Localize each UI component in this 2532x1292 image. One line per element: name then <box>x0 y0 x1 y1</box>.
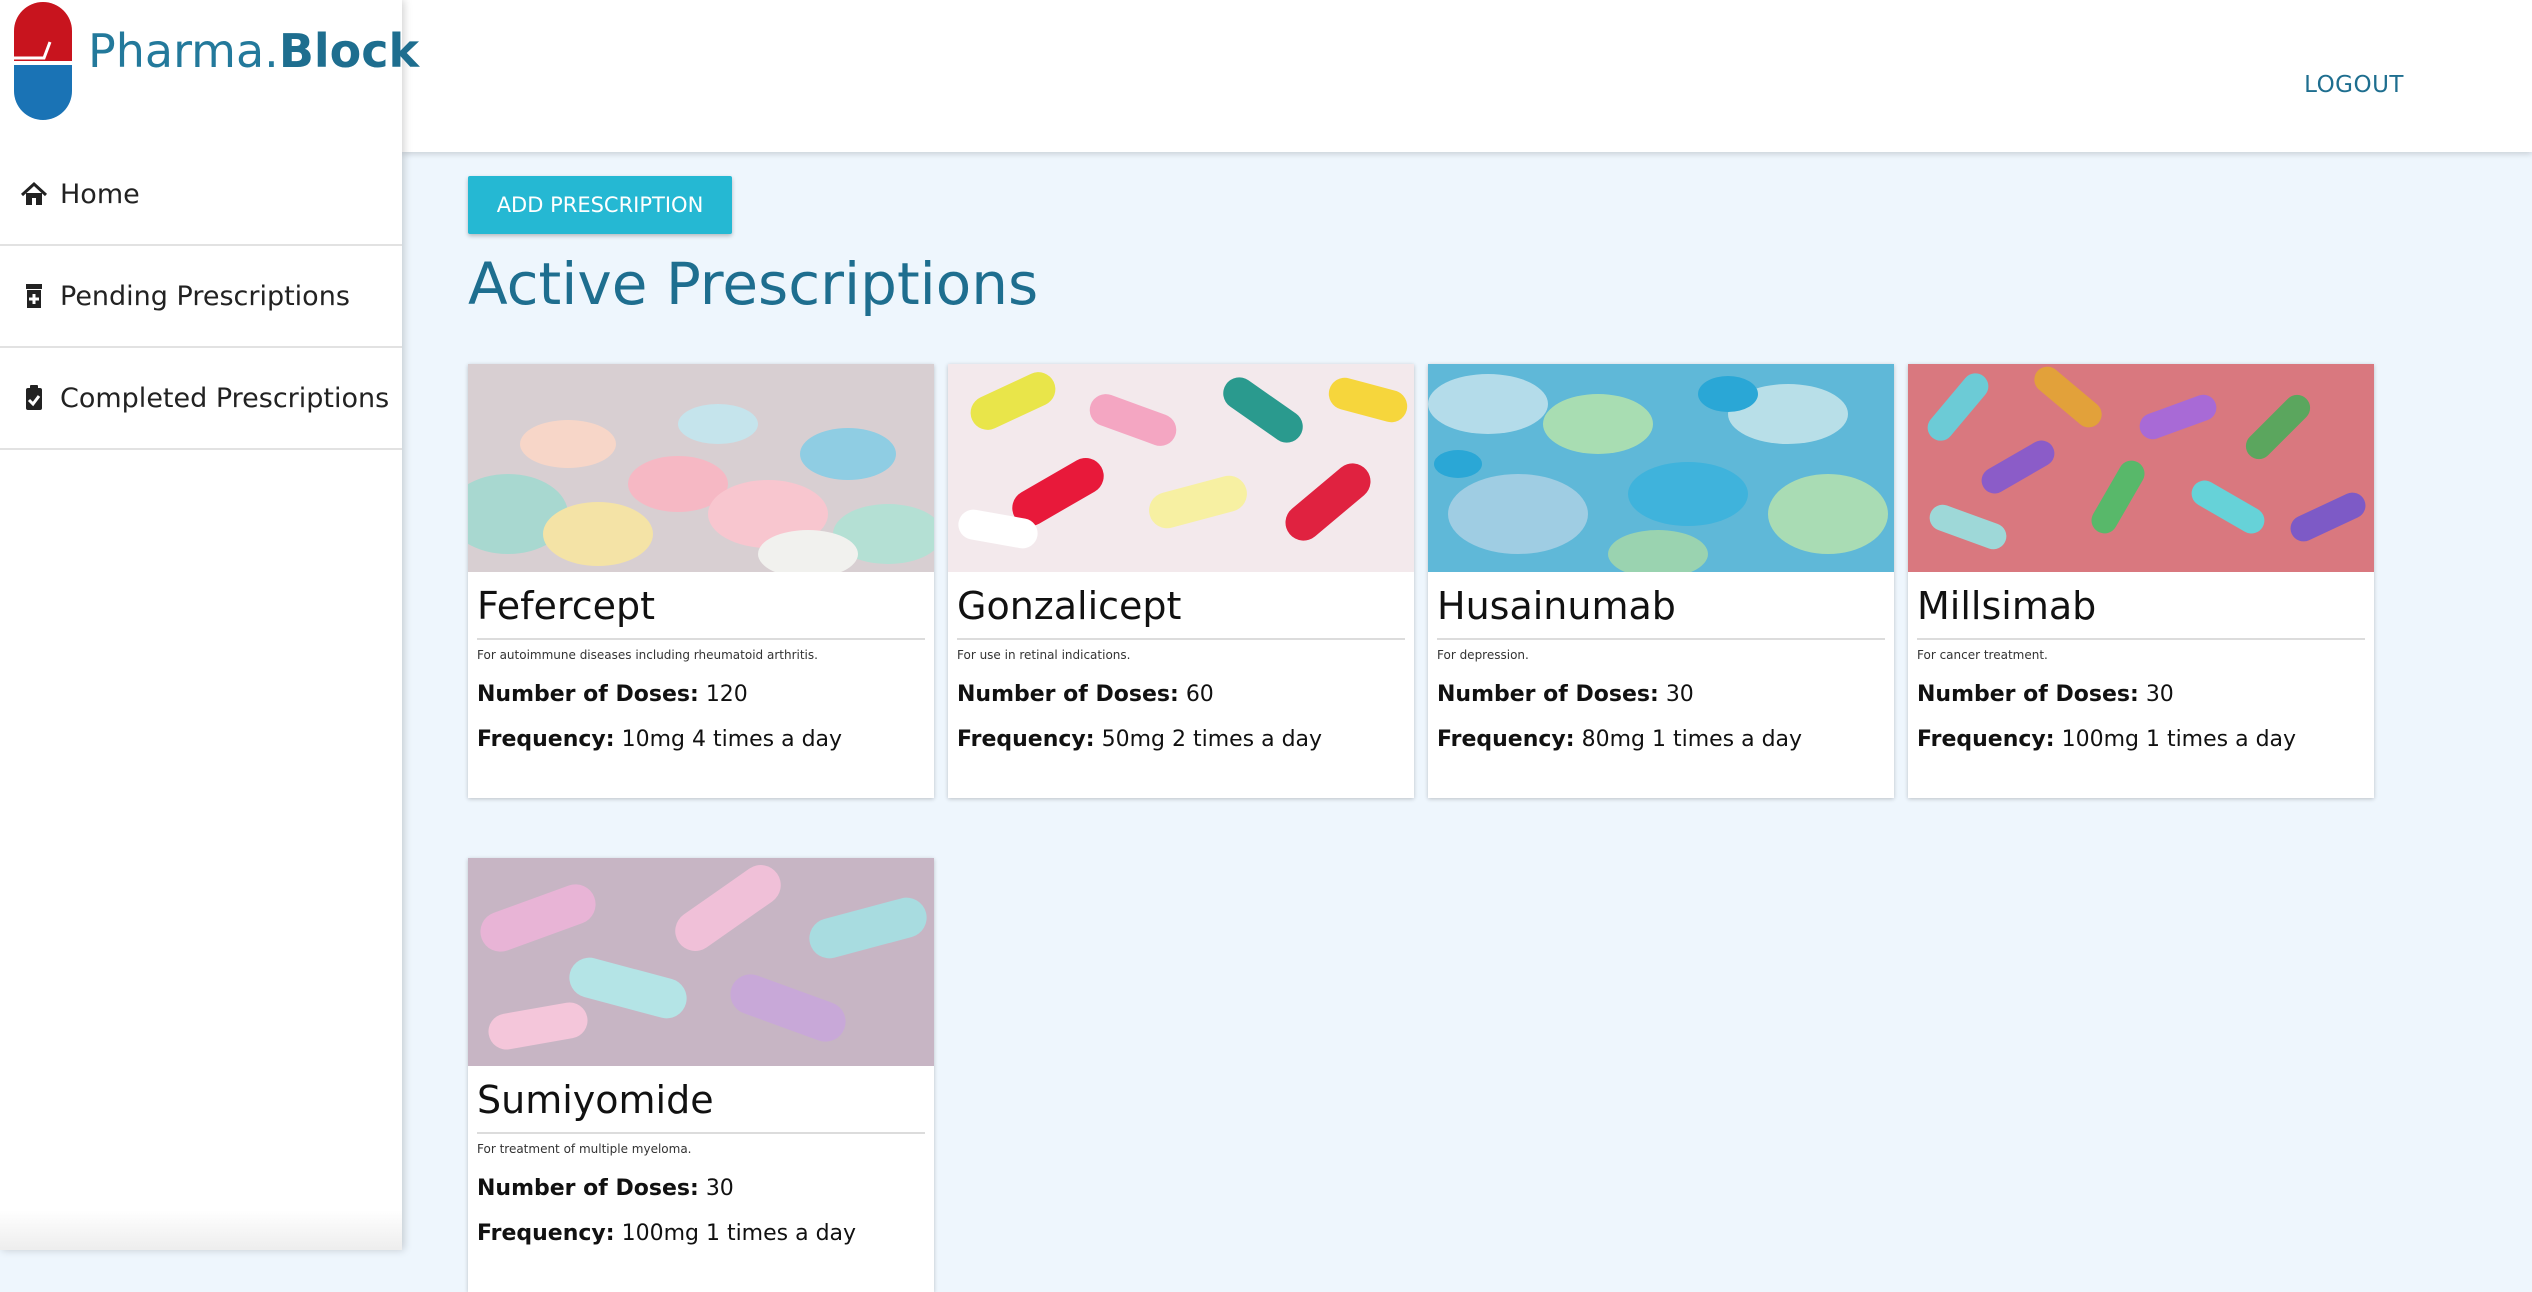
frequency-value: 50mg 2 times a day <box>1101 727 1323 752</box>
home-icon <box>18 178 50 210</box>
brand-name-bold: Block <box>278 24 420 78</box>
card-divider <box>957 638 1405 640</box>
add-prescription-button[interactable]: ADD PRESCRIPTION <box>468 176 732 234</box>
prescription-card[interactable]: Sumiyomide For treatment of multiple mye… <box>468 858 934 1292</box>
top-bar: LOGOUT <box>402 0 2532 152</box>
doses-value: 30 <box>2145 682 2174 707</box>
doses-label: Number of Doses: <box>477 1176 699 1201</box>
drug-description: For treatment of multiple myeloma. <box>477 1142 692 1156</box>
doses-row: Number of Doses: 30 <box>477 1176 925 1201</box>
doses-value: 120 <box>705 682 748 707</box>
drug-name: Millsimab <box>1917 584 2097 628</box>
drug-description: For cancer treatment. <box>1917 648 2048 662</box>
logout-link[interactable]: LOGOUT <box>2304 72 2404 98</box>
sidebar-item-label: Pending Prescriptions <box>60 280 350 312</box>
sidebar-item-completed[interactable]: Completed Prescriptions <box>0 348 402 450</box>
card-divider <box>1437 638 1885 640</box>
doses-label: Number of Doses: <box>1917 682 2139 707</box>
sidebar-nav: Home Pending Prescriptions Completed Pre… <box>0 144 402 450</box>
capsule-logo-icon <box>14 2 72 120</box>
doses-label: Number of Doses: <box>1437 682 1659 707</box>
doses-label: Number of Doses: <box>957 682 1179 707</box>
frequency-value: 80mg 1 times a day <box>1581 727 1803 752</box>
brand-name-light: Pharma. <box>88 24 279 78</box>
brand-name: Pharma.Block <box>88 24 419 78</box>
glitter-capsules-photo <box>1908 364 2374 572</box>
drug-description: For depression. <box>1437 648 1529 662</box>
frequency-label: Frequency: <box>957 727 1095 752</box>
pills-photo <box>468 364 934 572</box>
card-divider <box>477 638 925 640</box>
pastel-capsules-photo <box>468 858 934 1066</box>
doses-label: Number of Doses: <box>477 682 699 707</box>
clipboard-check-icon <box>18 382 50 414</box>
sidebar-item-label: Home <box>60 178 140 210</box>
sidebar-item-home[interactable]: Home <box>0 144 402 246</box>
frequency-row: Frequency: 100mg 1 times a day <box>1917 727 2365 752</box>
frequency-row: Frequency: 50mg 2 times a day <box>957 727 1405 752</box>
doses-row: Number of Doses: 30 <box>1917 682 2365 707</box>
frequency-value: 100mg 1 times a day <box>621 1221 857 1246</box>
frequency-label: Frequency: <box>1437 727 1575 752</box>
frequency-value: 100mg 1 times a day <box>2061 727 2297 752</box>
drug-name: Sumiyomide <box>477 1078 714 1122</box>
drug-name: Husainumab <box>1437 584 1676 628</box>
tablets-photo <box>1428 364 1894 572</box>
drug-name: Gonzalicept <box>957 584 1182 628</box>
drug-description: For autoimmune diseases including rheuma… <box>477 648 818 662</box>
frequency-row: Frequency: 100mg 1 times a day <box>477 1221 925 1246</box>
doses-row: Number of Doses: 60 <box>957 682 1405 707</box>
doses-row: Number of Doses: 30 <box>1437 682 1885 707</box>
prescription-bottle-icon <box>18 280 50 312</box>
frequency-label: Frequency: <box>1917 727 2055 752</box>
card-divider <box>1917 638 2365 640</box>
prescription-card[interactable]: Millsimab For cancer treatment. Number o… <box>1908 364 2374 798</box>
doses-value: 60 <box>1185 682 1214 707</box>
sidebar-bottom-fade <box>0 1210 402 1250</box>
brand-logo[interactable]: Pharma.Block <box>14 2 419 124</box>
doses-row: Number of Doses: 120 <box>477 682 925 707</box>
prescription-card[interactable]: Fefercept For autoimmune diseases includ… <box>468 364 934 798</box>
card-divider <box>477 1132 925 1134</box>
frequency-label: Frequency: <box>477 727 615 752</box>
frequency-row: Frequency: 80mg 1 times a day <box>1437 727 1885 752</box>
prescription-card[interactable]: Husainumab For depression. Number of Dos… <box>1428 364 1894 798</box>
page-title: Active Prescriptions <box>468 250 1039 318</box>
sidebar-item-pending[interactable]: Pending Prescriptions <box>0 246 402 348</box>
prescription-card[interactable]: Gonzalicept For use in retinal indicatio… <box>948 364 1414 798</box>
doses-value: 30 <box>1665 682 1694 707</box>
frequency-row: Frequency: 10mg 4 times a day <box>477 727 925 752</box>
drug-name: Fefercept <box>477 584 655 628</box>
doses-value: 30 <box>705 1176 734 1201</box>
frequency-value: 10mg 4 times a day <box>621 727 843 752</box>
capsules-photo <box>948 364 1414 572</box>
drug-description: For use in retinal indications. <box>957 648 1131 662</box>
sidebar: Pharma.Block Home Pending Prescriptions … <box>0 0 419 1250</box>
sidebar-item-label: Completed Prescriptions <box>60 382 390 414</box>
frequency-label: Frequency: <box>477 1221 615 1246</box>
